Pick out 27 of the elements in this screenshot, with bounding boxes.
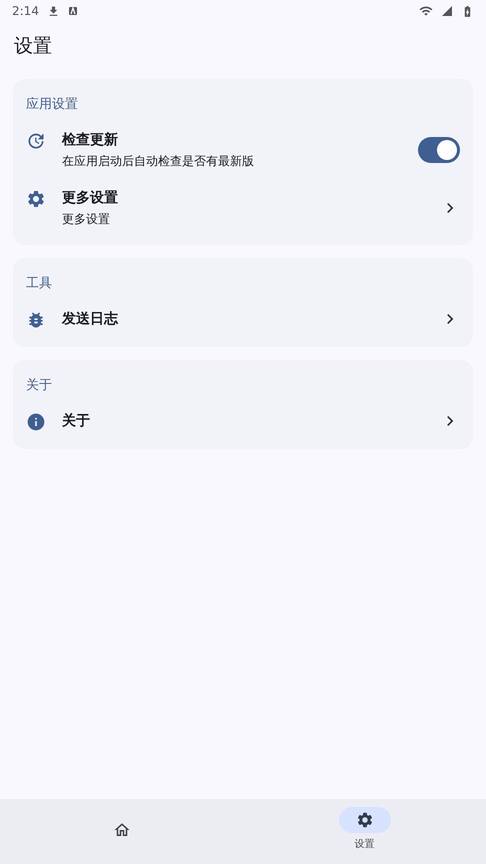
notification-icon	[68, 6, 78, 16]
nav-label: 设置	[354, 838, 374, 852]
section-title: 工具	[26, 276, 52, 290]
info-icon	[26, 412, 46, 432]
status-time: 2:14	[12, 3, 39, 20]
wifi-icon	[419, 4, 433, 18]
home-icon	[112, 821, 130, 839]
nav-tab[interactable]: 设置	[243, 799, 486, 864]
settings-icon	[356, 811, 374, 829]
settings-item[interactable]: 检查更新 在应用启动后自动检查是否有最新版	[13, 120, 473, 178]
settings-item[interactable]: 关于	[13, 402, 473, 440]
settings-icon	[26, 188, 46, 208]
download-icon	[46, 4, 60, 18]
section-title: 关于	[26, 378, 52, 392]
settings-item[interactable]: 发送日志	[13, 300, 473, 338]
toggle-switch[interactable]	[418, 136, 460, 162]
item-title: 关于	[62, 412, 91, 431]
settings-item[interactable]: 更多设置 更多设置	[13, 178, 473, 236]
item-subtitle: 在应用启动后自动检查是否有最新版	[62, 152, 255, 170]
section-title: 应用设置	[26, 96, 78, 112]
item-subtitle: 更多设置	[62, 210, 111, 228]
signal-icon	[441, 5, 453, 17]
page-title: 设置	[14, 35, 52, 57]
item-title: 发送日志	[62, 310, 120, 329]
item-title: 检查更新	[62, 130, 119, 150]
item-title: 更多设置	[62, 188, 119, 208]
update-icon	[26, 130, 46, 150]
